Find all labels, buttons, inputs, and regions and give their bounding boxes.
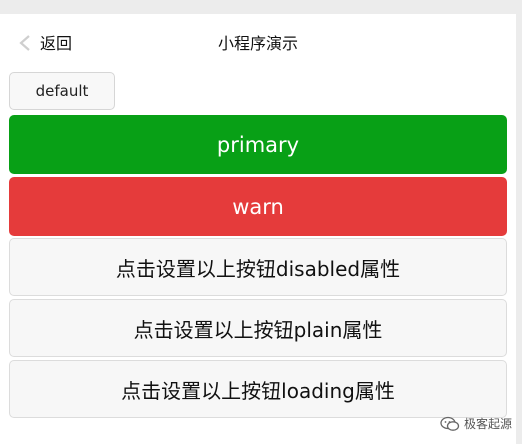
page-title-text: 小程序演示 — [217, 34, 298, 53]
set-disabled-button[interactable]: 点击设置以上按钮disabled属性 — [9, 238, 507, 296]
set-loading-button[interactable]: 点击设置以上按钮loading属性 — [9, 360, 507, 418]
wechat-icon — [440, 416, 460, 431]
phone-screen: 返回 小程序演示 default primary warn 点击设置以上按钮di… — [0, 14, 516, 444]
set-plain-button[interactable]: 点击设置以上按钮plain属性 — [9, 299, 507, 357]
primary-button[interactable]: primary — [9, 115, 507, 174]
page-title: 小程序演示 — [0, 34, 516, 54]
set-disabled-label: 点击设置以上按钮disabled属性 — [115, 256, 401, 281]
watermark: 极客起源 — [440, 415, 512, 432]
warn-button-label: warn — [232, 194, 284, 219]
warn-button[interactable]: warn — [9, 177, 507, 236]
default-button-label: default — [35, 82, 89, 100]
primary-button-label: primary — [216, 132, 300, 157]
navigation-bar: 返回 小程序演示 — [0, 14, 516, 72]
default-button[interactable]: default — [9, 72, 115, 110]
set-plain-label: 点击设置以上按钮plain属性 — [133, 317, 383, 342]
set-loading-label: 点击设置以上按钮loading属性 — [121, 378, 395, 403]
watermark-text: 极客起源 — [463, 417, 512, 431]
